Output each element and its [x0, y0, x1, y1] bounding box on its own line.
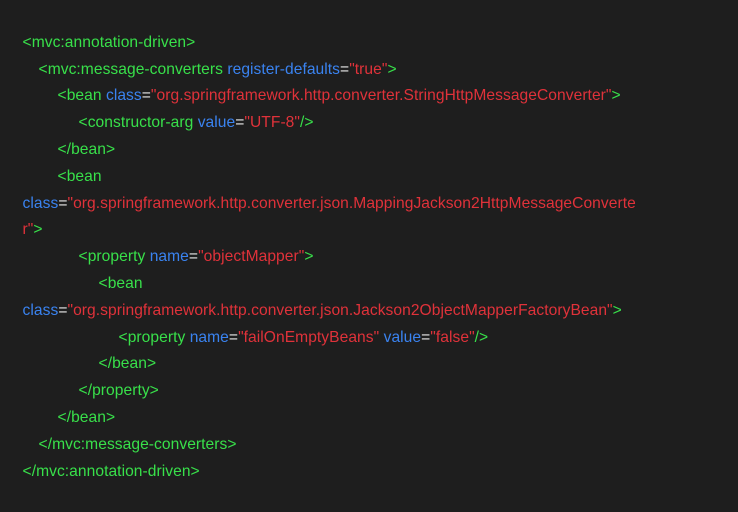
- code-line: class="org.springframework.http.converte…: [0, 164, 738, 212]
- code-line: </bean>: [0, 110, 738, 158]
- code-line: <property name="failOnEmptyBeans" value=…: [0, 298, 738, 346]
- code-line: <mvc:message-converters register-default…: [0, 30, 738, 78]
- code-line: <property name="objectMapper">: [0, 217, 738, 265]
- code-line: class="org.springframework.http.converte…: [0, 271, 738, 319]
- code-line: <bean: [0, 137, 738, 185]
- code-line: <bean: [0, 244, 738, 292]
- code-line: </mvc:annotation-driven>: [0, 432, 738, 480]
- code-line: r">: [0, 191, 738, 238]
- code-token: </mvc:annotation-driven>: [22, 462, 200, 480]
- code-line: <bean class="org.springframework.http.co…: [0, 57, 738, 104]
- code-line: <constructor-arg value="UTF-8"/>: [0, 83, 738, 131]
- code-line: </bean>: [0, 378, 738, 426]
- code-line: </mvc:message-converters>: [0, 405, 738, 453]
- code-editor[interactable]: <mvc:annotation-driven> <mvc:message-con…: [0, 0, 738, 480]
- code-line: <mvc:annotation-driven>: [0, 3, 738, 51]
- code-line: </property>: [0, 351, 738, 399]
- code-line: </bean>: [0, 325, 738, 372]
